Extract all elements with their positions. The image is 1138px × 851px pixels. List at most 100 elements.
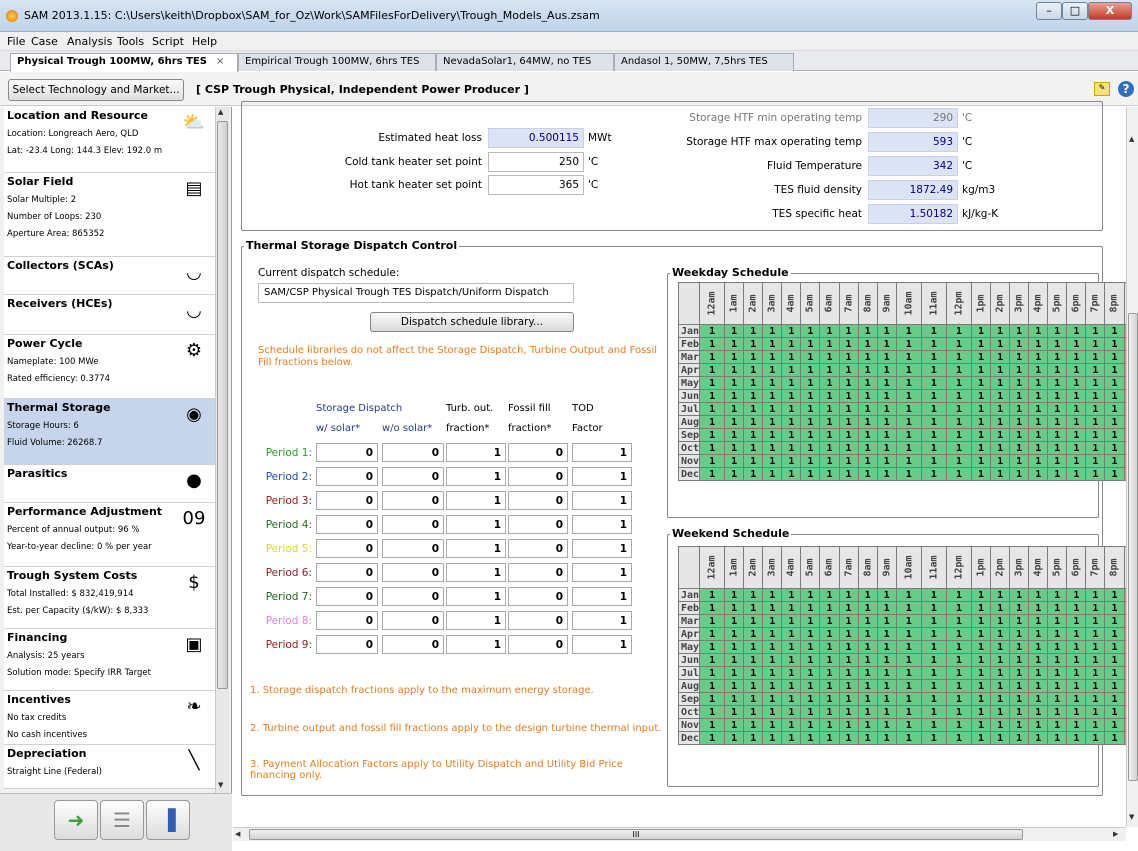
schedule-cell[interactable]: 1 — [1009, 718, 1030, 732]
schedule-cell[interactable]: 1 — [920, 415, 947, 429]
schedule-cell[interactable]: 1 — [945, 402, 973, 416]
schedule-cell[interactable]: 1 — [945, 640, 973, 654]
period-1-cell[interactable]: 1 — [572, 443, 632, 462]
schedule-cell[interactable]: 1 — [857, 324, 878, 338]
schedule-cell[interactable]: 1 — [819, 389, 840, 403]
schedule-cell[interactable]: 1 — [970, 718, 992, 732]
schedule-cell[interactable]: 1 — [724, 376, 745, 390]
schedule-cell[interactable]: 1 — [743, 601, 764, 615]
schedule-cell[interactable]: 1 — [699, 731, 726, 745]
schedule-cell[interactable]: 1 — [970, 454, 992, 468]
schedule-cell[interactable]: 1 — [762, 363, 783, 377]
schedule-cell[interactable]: 1 — [1028, 653, 1049, 667]
schedule-cell[interactable]: 1 — [895, 666, 922, 680]
period-9-cell[interactable]: 1 — [572, 635, 632, 654]
schedule-cell[interactable]: 1 — [724, 731, 745, 745]
schedule-cell[interactable]: 1 — [1009, 428, 1030, 442]
schedule-cell[interactable]: 1 — [1066, 363, 1087, 377]
schedule-cell[interactable]: 1 — [970, 653, 992, 667]
schedule-cell[interactable]: 1 — [945, 627, 973, 641]
schedule-cell[interactable]: 1 — [743, 402, 764, 416]
schedule-cell[interactable]: 1 — [699, 428, 726, 442]
schedule-cell[interactable]: 1 — [1009, 653, 1030, 667]
schedule-cell[interactable]: 1 — [876, 640, 897, 654]
period-5-cell[interactable]: 0 — [316, 539, 378, 558]
schedule-cell[interactable]: 1 — [945, 679, 973, 693]
schedule-cell[interactable]: 1 — [762, 627, 783, 641]
schedule-cell[interactable]: 1 — [857, 415, 878, 429]
schedule-cell[interactable]: 1 — [857, 692, 878, 706]
schedule-cell[interactable]: 1 — [838, 454, 859, 468]
schedule-cell[interactable]: 1 — [800, 718, 821, 732]
schedule-cell[interactable]: 1 — [699, 588, 726, 602]
scroll-down-icon[interactable]: ▼ — [218, 781, 223, 789]
schedule-cell[interactable]: 1 — [1047, 601, 1068, 615]
schedule-cell[interactable]: 1 — [1009, 640, 1030, 654]
schedule-cell[interactable]: 1 — [743, 588, 764, 602]
schedule-cell[interactable]: 1 — [781, 376, 802, 390]
schedule-cell[interactable]: 1 — [724, 350, 745, 364]
schedule-cell[interactable]: 1 — [920, 350, 947, 364]
schedule-cell[interactable]: 1 — [838, 337, 859, 351]
schedule-cell[interactable]: 1 — [724, 467, 745, 481]
schedule-cell[interactable]: 1 — [876, 324, 897, 338]
schedule-cell[interactable]: 1 — [762, 588, 783, 602]
schedule-cell[interactable]: 1 — [838, 718, 859, 732]
schedule-cell[interactable]: 1 — [876, 441, 897, 455]
schedule-cell[interactable]: 1 — [781, 415, 802, 429]
schedule-cell[interactable]: 1 — [920, 627, 947, 641]
schedule-cell[interactable]: 1 — [895, 640, 922, 654]
schedule-cell[interactable]: 1 — [876, 350, 897, 364]
schedule-cell[interactable]: 1 — [1047, 731, 1068, 745]
schedule-cell[interactable]: 1 — [1009, 588, 1030, 602]
schedule-cell[interactable]: 1 — [1066, 454, 1087, 468]
schedule-cell[interactable]: 1 — [762, 653, 783, 667]
schedule-cell[interactable]: 1 — [1066, 679, 1087, 693]
schedule-cell[interactable]: 1 — [1028, 441, 1049, 455]
schedule-cell[interactable]: 1 — [1085, 402, 1106, 416]
schedule-cell[interactable]: 1 — [895, 692, 922, 706]
schedule-cell[interactable]: 1 — [838, 389, 859, 403]
schedule-cell[interactable]: 1 — [1066, 666, 1087, 680]
schedule-cell[interactable]: 1 — [819, 588, 840, 602]
schedule-cell[interactable]: 1 — [819, 731, 840, 745]
schedule-cell[interactable]: 1 — [762, 666, 783, 680]
schedule-cell[interactable]: 1 — [1009, 692, 1030, 706]
schedule-cell[interactable]: 1 — [800, 363, 821, 377]
schedule-cell[interactable]: 1 — [838, 441, 859, 455]
schedule-cell[interactable]: 1 — [1085, 363, 1106, 377]
schedule-cell[interactable]: 1 — [1104, 731, 1125, 745]
schedule-cell[interactable]: 1 — [762, 324, 783, 338]
schedule-cell[interactable]: 1 — [945, 363, 973, 377]
schedule-cell[interactable]: 1 — [920, 389, 947, 403]
schedule-cell[interactable]: 1 — [762, 428, 783, 442]
schedule-cell[interactable]: 1 — [724, 588, 745, 602]
schedule-cell[interactable]: 1 — [838, 692, 859, 706]
schedule-cell[interactable]: 1 — [990, 653, 1011, 667]
schedule-cell[interactable]: 1 — [920, 454, 947, 468]
period-1-cell[interactable]: 0 — [316, 443, 378, 462]
schedule-cell[interactable]: 1 — [1085, 718, 1106, 732]
schedule-cell[interactable]: 1 — [838, 363, 859, 377]
schedule-cell[interactable]: 1 — [1104, 402, 1125, 416]
schedule-cell[interactable]: 1 — [857, 640, 878, 654]
schedule-cell[interactable]: 1 — [1085, 588, 1106, 602]
schedule-cell[interactable]: 1 — [970, 467, 992, 481]
schedule-cell[interactable]: 1 — [857, 428, 878, 442]
sidebar-item-financing[interactable]: Financing Analysis: 25 years Solution mode… — [4, 629, 215, 691]
schedule-cell[interactable]: 1 — [800, 653, 821, 667]
results-database-icon[interactable]: ☰ — [100, 800, 144, 840]
schedule-cell[interactable]: 1 — [1009, 415, 1030, 429]
schedule-cell[interactable]: 1 — [781, 402, 802, 416]
sidebar-scroll-thumb[interactable] — [217, 121, 228, 689]
schedule-cell[interactable]: 1 — [819, 428, 840, 442]
schedule-cell[interactable]: 1 — [876, 363, 897, 377]
schedule-cell[interactable]: 1 — [1047, 441, 1068, 455]
schedule-cell[interactable]: 1 — [819, 337, 840, 351]
schedule-cell[interactable]: 1 — [1085, 350, 1106, 364]
schedule-cell[interactable]: 1 — [945, 601, 973, 615]
main-scroll-thumb[interactable] — [1128, 313, 1138, 781]
schedule-cell[interactable]: 1 — [781, 718, 802, 732]
schedule-cell[interactable]: 1 — [699, 454, 726, 468]
schedule-cell[interactable]: 1 — [838, 627, 859, 641]
